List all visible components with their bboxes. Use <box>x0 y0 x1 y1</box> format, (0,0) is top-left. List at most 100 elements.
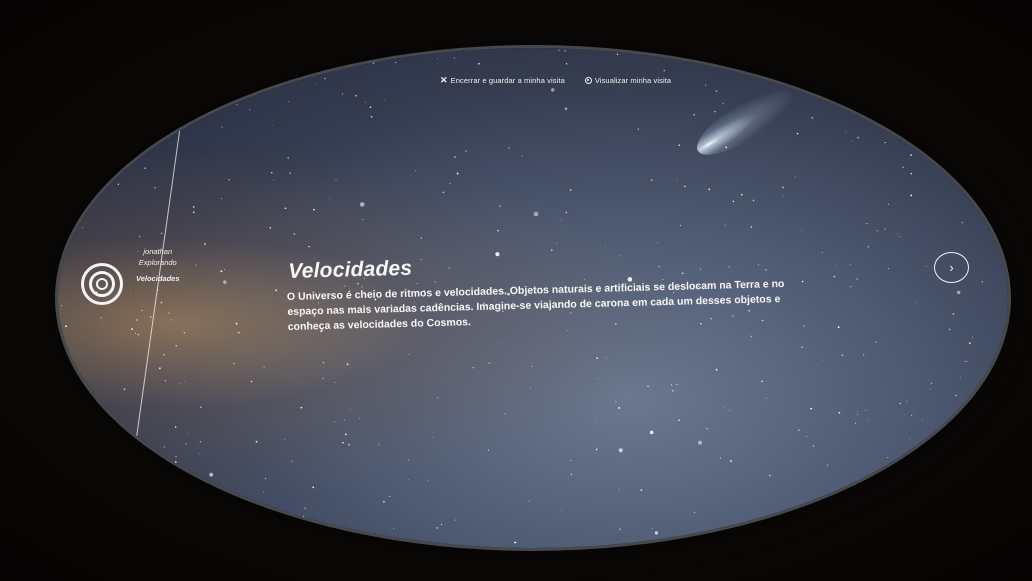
star <box>862 353 865 356</box>
star <box>200 406 202 408</box>
star <box>415 170 417 172</box>
star <box>997 443 1003 449</box>
star <box>925 265 927 267</box>
star <box>269 227 272 229</box>
star <box>849 264 851 265</box>
star <box>137 333 140 336</box>
star <box>952 313 955 315</box>
star <box>715 368 718 371</box>
star <box>560 219 562 221</box>
star <box>906 400 908 402</box>
star <box>364 101 366 103</box>
star <box>383 500 385 503</box>
star <box>851 140 853 142</box>
star <box>565 211 568 214</box>
star <box>488 362 491 364</box>
star <box>304 507 307 510</box>
end-visit-label: Encerrar e guardar a minha visita <box>450 76 565 85</box>
star <box>235 89 237 91</box>
star <box>209 472 214 477</box>
star <box>174 426 177 428</box>
star <box>960 377 962 379</box>
star <box>570 473 573 476</box>
star <box>978 397 980 399</box>
star <box>884 141 886 144</box>
current-section: Velocidades <box>136 274 180 283</box>
star <box>73 367 74 369</box>
star <box>384 51 387 53</box>
star <box>915 301 917 303</box>
star <box>465 150 467 152</box>
view-visit-button[interactable]: Visualizar minha visita <box>584 76 671 85</box>
star <box>556 242 558 244</box>
star <box>68 207 71 210</box>
star <box>908 455 910 457</box>
star <box>722 56 724 57</box>
star <box>164 380 166 382</box>
star <box>358 417 360 419</box>
star <box>948 328 951 331</box>
star <box>61 305 62 307</box>
star <box>160 301 163 304</box>
display-screen: ✕ Encerrar e guardar a minha visita Visu… <box>58 48 1008 548</box>
star <box>966 360 968 362</box>
profile-rings-icon[interactable] <box>81 263 123 305</box>
star <box>100 317 102 319</box>
star <box>241 547 243 548</box>
star <box>765 397 768 399</box>
star <box>968 342 971 344</box>
star <box>72 135 77 139</box>
star <box>346 363 349 366</box>
star <box>235 322 238 325</box>
next-button[interactable]: › <box>934 252 969 283</box>
star <box>651 179 653 181</box>
star <box>855 104 858 107</box>
end-visit-button[interactable]: ✕ Encerrar e guardar a minha visita <box>440 75 565 86</box>
star <box>408 354 410 355</box>
star <box>917 141 919 142</box>
star <box>477 62 480 65</box>
star <box>228 179 230 181</box>
star <box>342 441 344 444</box>
star <box>514 541 516 544</box>
eye-icon <box>584 77 592 84</box>
star <box>103 540 106 542</box>
star <box>135 332 137 334</box>
star <box>112 520 114 521</box>
star <box>383 100 385 102</box>
star <box>902 166 904 168</box>
star <box>249 109 251 111</box>
star <box>73 204 75 206</box>
star <box>597 377 599 379</box>
star <box>678 144 680 146</box>
star <box>91 437 94 441</box>
star <box>497 229 499 232</box>
star <box>111 60 114 62</box>
close-icon: ✕ <box>440 75 448 85</box>
star <box>558 49 560 51</box>
star <box>531 365 533 368</box>
star <box>926 84 931 88</box>
star <box>684 185 686 188</box>
star <box>389 495 391 498</box>
star <box>922 505 924 507</box>
star <box>393 528 395 530</box>
star <box>420 237 422 239</box>
star <box>324 77 326 80</box>
star <box>318 530 321 533</box>
star <box>910 194 913 197</box>
star <box>596 357 598 359</box>
star <box>375 51 377 53</box>
star <box>963 148 966 150</box>
star <box>678 419 681 422</box>
star <box>729 409 730 411</box>
star <box>119 86 123 90</box>
star <box>123 388 126 390</box>
star <box>564 49 567 52</box>
star <box>719 457 722 459</box>
user-name: jonathan <box>143 247 173 256</box>
star <box>314 68 316 70</box>
star <box>615 400 617 403</box>
star <box>333 421 335 423</box>
star <box>284 439 286 440</box>
